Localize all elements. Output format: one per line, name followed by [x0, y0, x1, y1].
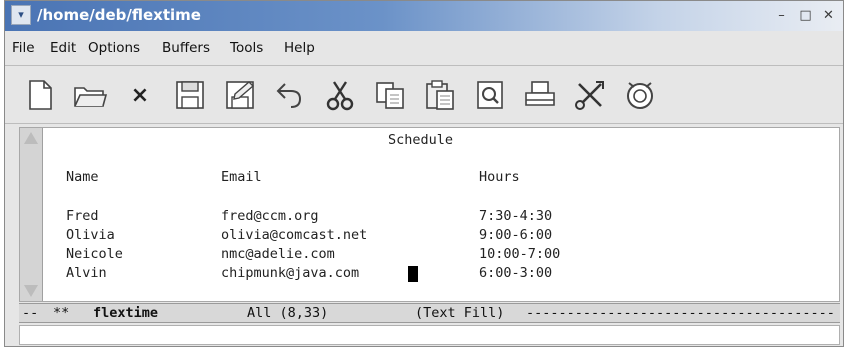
minimize-button[interactable]: –	[773, 7, 790, 24]
window-menu-icon[interactable]: ▾	[11, 5, 31, 25]
row-hours: 10:00-7:00	[479, 246, 561, 262]
modeline-prefix: --	[22, 305, 39, 321]
column-header-name: Name	[66, 169, 99, 185]
row-name: Neicole	[66, 246, 123, 262]
row-email: olivia@comcast.net	[221, 227, 368, 243]
row-name: Alvin	[66, 265, 107, 281]
mode-line[interactable]: -- ** flextime All (8,33) (Text Fill) --…	[19, 303, 840, 323]
row-hours: 9:00-6:00	[479, 227, 553, 243]
modeline-fill: ----------------------------------------…	[526, 305, 836, 321]
row-hours: 7:30-4:30	[479, 208, 553, 224]
close-icon-glyph: ×	[131, 83, 149, 108]
toolbar: ×	[5, 66, 843, 124]
column-header-hours: Hours	[479, 169, 520, 185]
open-folder-icon[interactable]	[73, 78, 107, 112]
row-hours: 6:00-3:00	[479, 265, 553, 281]
emacs-window: ▾ /home/deb/flextime – □ ✕ File Edit Opt…	[4, 0, 844, 347]
close-window-button[interactable]: ✕	[820, 7, 837, 24]
menu-edit[interactable]: Edit	[50, 40, 76, 56]
spell-check-icon[interactable]	[623, 78, 657, 112]
menu-buffers[interactable]: Buffers	[162, 40, 210, 56]
text-editor-area[interactable]: Schedule Name Email Hours Fred fred@ccm.…	[19, 127, 840, 302]
row-email: fred@ccm.org	[221, 208, 319, 224]
row-name: Fred	[66, 208, 99, 224]
menu-file[interactable]: File	[12, 40, 35, 56]
save-as-icon[interactable]	[223, 78, 257, 112]
menu-help[interactable]: Help	[284, 40, 315, 56]
maximize-button[interactable]: □	[797, 7, 814, 24]
buffer-position: All (8,33)	[247, 305, 329, 321]
column-header-email: Email	[221, 169, 262, 185]
window-title: /home/deb/flextime	[37, 6, 201, 24]
paste-icon[interactable]	[423, 78, 457, 112]
menu-tools[interactable]: Tools	[230, 40, 263, 56]
print-icon[interactable]	[523, 78, 557, 112]
row-name: Olivia	[66, 227, 115, 243]
save-icon[interactable]	[173, 78, 207, 112]
menu-bar: File Edit Options Buffers Tools Help	[5, 31, 843, 66]
copy-icon[interactable]	[373, 78, 407, 112]
row-email: nmc@adelie.com	[221, 246, 335, 262]
undo-icon[interactable]	[273, 78, 307, 112]
buffer-name[interactable]: flextime	[93, 305, 158, 321]
menu-options[interactable]: Options	[88, 40, 140, 56]
minibuffer[interactable]	[19, 325, 840, 345]
cut-icon[interactable]	[323, 78, 357, 112]
new-file-icon[interactable]	[23, 78, 57, 112]
modified-indicator: **	[53, 305, 70, 321]
title-bar[interactable]: ▾ /home/deb/flextime – □ ✕	[5, 1, 843, 31]
major-mode[interactable]: (Text Fill)	[415, 305, 504, 321]
close-icon[interactable]: ×	[123, 78, 157, 112]
search-icon[interactable]	[473, 78, 507, 112]
scroll-down-arrow-icon[interactable]	[24, 285, 38, 297]
text-cursor	[408, 266, 418, 282]
customize-icon[interactable]	[573, 78, 607, 112]
vertical-scrollbar[interactable]	[20, 128, 43, 301]
row-email: chipmunk@java.com	[221, 265, 360, 281]
scroll-up-arrow-icon[interactable]	[24, 132, 38, 144]
document-heading: Schedule	[388, 132, 454, 148]
